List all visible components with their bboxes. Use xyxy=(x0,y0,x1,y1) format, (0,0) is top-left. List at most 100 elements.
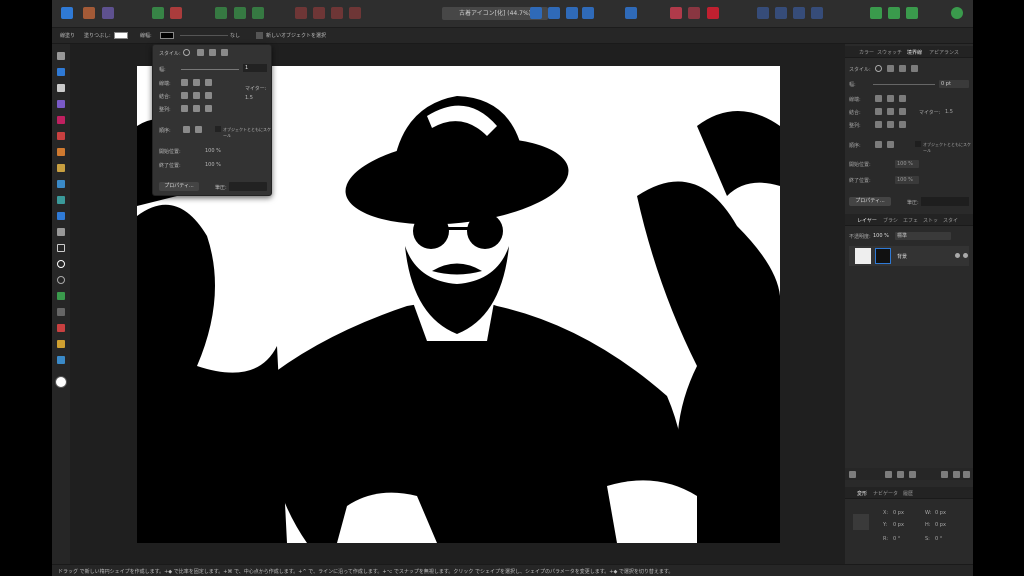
layer-lock-icon[interactable] xyxy=(955,253,960,258)
crop-tool-icon[interactable] xyxy=(57,228,65,236)
text-tool-icon[interactable] xyxy=(57,308,65,316)
delete-layer-icon[interactable] xyxy=(963,471,970,478)
ungroup-icon[interactable] xyxy=(793,7,805,19)
miter-join-icon[interactable] xyxy=(181,92,188,99)
stroke-style-none[interactable]: なし xyxy=(230,32,240,39)
align-outside-icon[interactable] xyxy=(205,105,212,112)
arrange-icon[interactable] xyxy=(582,7,594,19)
tab-brushes[interactable]: ブラシ xyxy=(883,217,898,224)
y-value[interactable]: 0 px xyxy=(893,522,904,528)
view-mode-icon[interactable] xyxy=(888,7,900,19)
fill-stroke-color-icon[interactable] xyxy=(55,376,67,388)
fill-swatch[interactable] xyxy=(114,32,128,39)
export-persona-icon[interactable] xyxy=(102,7,114,19)
fill-tool-icon[interactable] xyxy=(57,100,65,108)
pixel-persona-icon[interactable] xyxy=(83,7,95,19)
rectangle-tool-icon[interactable] xyxy=(57,244,65,252)
tab-stroke[interactable]: 境界線 xyxy=(907,49,922,56)
rp-stroke-back-icon[interactable] xyxy=(887,141,894,148)
record-icon[interactable] xyxy=(707,7,719,19)
rp-dash-line-icon[interactable] xyxy=(899,65,906,72)
pencil-tool-icon[interactable] xyxy=(57,148,65,156)
tab-transform[interactable]: 変形 xyxy=(857,490,867,497)
rp-square-cap-icon[interactable] xyxy=(899,95,906,102)
artboard-tool-icon[interactable] xyxy=(57,68,65,76)
boolean-add-icon[interactable] xyxy=(295,7,307,19)
tab-navigator[interactable]: ナビゲータ xyxy=(873,490,898,497)
guides-icon[interactable] xyxy=(252,7,264,19)
node-tool-icon[interactable] xyxy=(57,84,65,92)
tab-swatches[interactable]: スウォッチ xyxy=(877,49,902,56)
rp-properties-button[interactable]: プロパティ... xyxy=(849,197,891,206)
shapes-tool-icon[interactable] xyxy=(57,292,65,300)
boolean-intersect-icon[interactable] xyxy=(331,7,343,19)
tab-layers[interactable]: レイヤー xyxy=(857,217,877,224)
settings-gear-icon[interactable] xyxy=(152,7,164,19)
dash-line-icon[interactable] xyxy=(209,49,216,56)
ellipse-tool-icon[interactable] xyxy=(57,260,65,268)
align-icon[interactable] xyxy=(625,7,637,19)
stroke-back-icon[interactable] xyxy=(195,126,202,133)
rp-solid-line-icon[interactable] xyxy=(887,65,894,72)
adjustment-icon[interactable] xyxy=(897,471,904,478)
bevel-join-icon[interactable] xyxy=(205,92,212,99)
erase-brush-tool-icon[interactable] xyxy=(57,196,65,204)
start-pct[interactable]: 100 % xyxy=(205,148,221,154)
anchor-selector[interactable] xyxy=(853,514,869,530)
group-icon[interactable] xyxy=(775,7,787,19)
opacity-value[interactable]: 100 % xyxy=(873,233,889,239)
fill-brush-tool-icon[interactable] xyxy=(57,180,65,188)
rp-round-cap-icon[interactable] xyxy=(887,95,894,102)
rp-pressure-curve[interactable] xyxy=(921,197,969,206)
app-logo-icon[interactable] xyxy=(61,7,73,19)
move-tool-icon[interactable] xyxy=(57,52,65,60)
tab-appearance[interactable]: アピアランス xyxy=(929,49,959,56)
mask-icon[interactable] xyxy=(811,7,823,19)
width-slider[interactable] xyxy=(181,69,239,70)
rp-align-inside-icon[interactable] xyxy=(887,121,894,128)
stroke-swatch[interactable] xyxy=(160,32,174,39)
grid-icon[interactable] xyxy=(215,7,227,19)
tab-effects[interactable]: エフェ xyxy=(903,217,918,224)
rp-bevel-join-icon[interactable] xyxy=(899,108,906,115)
rp-butt-cap-icon[interactable] xyxy=(875,95,882,102)
pen-tool-icon[interactable] xyxy=(57,132,65,140)
rp-scale-checkbox[interactable] xyxy=(915,141,921,147)
no-stroke-icon[interactable] xyxy=(183,49,190,56)
w-value[interactable]: 0 px xyxy=(935,510,946,516)
tab-history[interactable]: 履歴 xyxy=(903,490,913,497)
butt-cap-icon[interactable] xyxy=(181,79,188,86)
r-value[interactable]: 0 ° xyxy=(893,536,900,542)
rp-width-slider[interactable] xyxy=(873,84,935,85)
duplicate-layer-icon[interactable] xyxy=(953,471,960,478)
circle-shape-tool-icon[interactable] xyxy=(57,276,65,284)
align-cross-icon[interactable] xyxy=(234,7,246,19)
snap-options-icon[interactable] xyxy=(688,7,700,19)
color-picker-icon[interactable] xyxy=(670,7,682,19)
rp-stroke-front-icon[interactable] xyxy=(875,141,882,148)
h-value[interactable]: 0 px xyxy=(935,522,946,528)
boolean-xor-icon[interactable] xyxy=(349,7,361,19)
align-center-icon[interactable] xyxy=(181,105,188,112)
layer-row[interactable]: 背景 xyxy=(849,246,969,266)
texture-line-icon[interactable] xyxy=(221,49,228,56)
new-layer-icon[interactable] xyxy=(941,471,948,478)
zoom-tool-icon[interactable] xyxy=(57,356,65,364)
align-inside-icon[interactable] xyxy=(193,105,200,112)
tab-color[interactable]: カラー xyxy=(859,49,874,56)
transparency-tool-icon[interactable] xyxy=(57,116,65,124)
snapping-icon[interactable] xyxy=(170,7,182,19)
tab-stock[interactable]: ストッ xyxy=(923,217,938,224)
flip-horizontal-icon[interactable] xyxy=(530,7,542,19)
tab-styles[interactable]: スタイ xyxy=(943,217,958,224)
width-input[interactable]: 1 xyxy=(243,64,267,72)
add-mask-icon[interactable] xyxy=(885,471,892,478)
square-cap-icon[interactable] xyxy=(205,79,212,86)
place-image-tool-icon[interactable] xyxy=(57,212,65,220)
flip-vertical-icon[interactable] xyxy=(548,7,560,19)
insert-icon[interactable] xyxy=(757,7,769,19)
scale-checkbox[interactable] xyxy=(215,126,221,132)
vector-brush-tool-icon[interactable] xyxy=(57,164,65,172)
preferences-icon[interactable] xyxy=(906,7,918,19)
stroke-width-slider[interactable] xyxy=(180,35,228,36)
